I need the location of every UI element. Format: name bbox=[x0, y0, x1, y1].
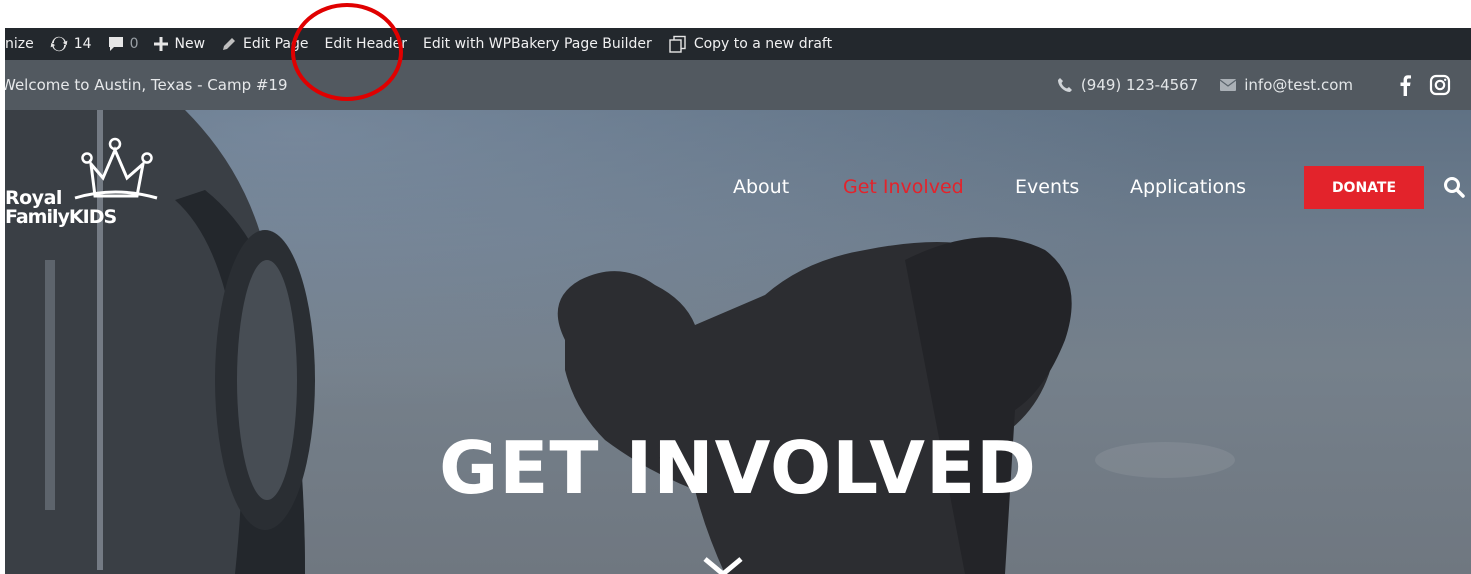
copy-draft-label: Copy to a new draft bbox=[693, 36, 833, 52]
facebook-icon[interactable] bbox=[1399, 74, 1411, 96]
search-icon[interactable] bbox=[1443, 176, 1465, 203]
instagram-icon[interactable] bbox=[1429, 74, 1451, 96]
edit-wpbakery-label: Edit with WPBakery Page Builder bbox=[423, 36, 652, 52]
email-contact[interactable]: info@test.com bbox=[1220, 76, 1353, 94]
contact-info: (949) 123-4567 info@test.com bbox=[1035, 60, 1451, 110]
phone-icon bbox=[1057, 78, 1072, 92]
welcome-text: Welcome to Austin, Texas - Camp #19 bbox=[5, 76, 288, 94]
edit-page-link[interactable]: Edit Page bbox=[213, 28, 316, 60]
page: nize 14 0 New Edit Page Edit Header Edit… bbox=[5, 0, 1471, 574]
envelope-icon bbox=[1220, 79, 1237, 91]
phone-number: (949) 123-4567 bbox=[1080, 76, 1199, 94]
top-info-bar: Welcome to Austin, Texas - Camp #19 (949… bbox=[5, 60, 1471, 110]
nav-item-events[interactable]: Events bbox=[1015, 176, 1079, 198]
plus-icon bbox=[154, 37, 169, 51]
main-navigation: About Get Involved Events Applications bbox=[5, 164, 1471, 210]
new-content-link[interactable]: New bbox=[146, 28, 213, 60]
customize-label: nize bbox=[5, 36, 34, 52]
chevron-down-icon[interactable] bbox=[701, 556, 745, 574]
updates-icon bbox=[50, 35, 68, 53]
new-label: New bbox=[174, 36, 206, 52]
customize-link[interactable]: nize bbox=[5, 28, 42, 60]
updates-count: 14 bbox=[73, 36, 92, 52]
pencil-icon bbox=[221, 36, 237, 52]
donate-button[interactable]: DONATE bbox=[1304, 166, 1424, 209]
phone-contact[interactable]: (949) 123-4567 bbox=[1057, 76, 1198, 94]
comments-link[interactable]: 0 bbox=[100, 28, 147, 60]
comments-count: 0 bbox=[129, 36, 139, 52]
edit-header-link[interactable]: Edit Header bbox=[317, 28, 416, 60]
email-address: info@test.com bbox=[1244, 76, 1353, 94]
copy-draft-link[interactable]: Copy to a new draft bbox=[660, 28, 840, 60]
nav-item-applications[interactable]: Applications bbox=[1130, 176, 1246, 198]
nav-item-get-involved[interactable]: Get Involved bbox=[843, 176, 964, 198]
edit-page-label: Edit Page bbox=[243, 36, 309, 52]
hero-section: Royal FamilyKIDS About Get Involved Even… bbox=[5, 110, 1471, 574]
edit-wpbakery-link[interactable]: Edit with WPBakery Page Builder bbox=[415, 28, 660, 60]
nav-item-about[interactable]: About bbox=[733, 176, 789, 198]
hero-title: GET INVOLVED bbox=[439, 426, 1037, 510]
comment-icon bbox=[108, 36, 124, 52]
admin-bar: nize 14 0 New Edit Page Edit Header Edit… bbox=[5, 28, 1471, 60]
copy-icon bbox=[668, 35, 688, 53]
updates-link[interactable]: 14 bbox=[42, 28, 100, 60]
social-links bbox=[1381, 74, 1451, 96]
edit-header-label: Edit Header bbox=[324, 36, 408, 52]
